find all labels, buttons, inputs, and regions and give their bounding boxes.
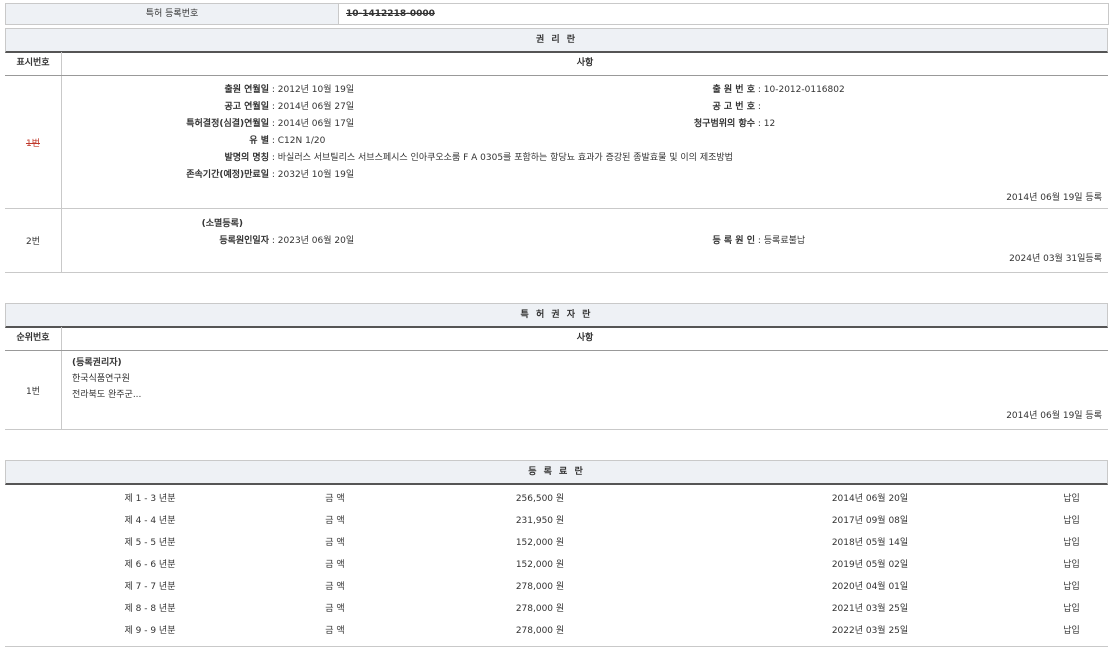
holder-role: (등록권리자) (72, 355, 141, 371)
holder-section-title: 특 허 권 자 란 (5, 303, 1108, 328)
fee-paid-date: 2017년 09월 08일 (705, 508, 1035, 530)
fee-row: 제 8 - 8 년분금 액278,000 원2021년 03월 25일납입 (5, 596, 1108, 618)
fee-term: 제 8 - 8 년분 (5, 596, 295, 618)
fee-term: 제 4 - 4 년분 (5, 508, 295, 530)
holder-name: 한국식품연구원 (72, 371, 141, 387)
field-registration-cause: 등 록 원 인 : 등록료불납 (620, 233, 805, 250)
fee-paid-date: 2022년 03월 25일 (705, 618, 1035, 640)
registration-number-label: 특허 등록번호 (6, 4, 339, 24)
fee-status: 납입 (1035, 596, 1108, 618)
rights-row2-registration-date: 2024년 03월 31일등록 (1009, 251, 1102, 264)
field-classification: 유 별 : C12N 1/20 (67, 133, 733, 150)
registration-fee-section: 등 록 료 란 제 1 - 3 년분금 액256,500 원2014년 06월 … (5, 460, 1108, 647)
holder-registration-date: 2014년 06월 19일 등록 (1006, 408, 1102, 421)
fee-term: 제 7 - 7 년분 (5, 574, 295, 596)
rights-row-number: 2번 (5, 209, 62, 272)
field-expiry-date: 존속기간(예정)만료일 : 2032년 10월 19일 (67, 167, 733, 184)
field-invention-title: 발명의 명칭 : 바실러스 서브틸리스 서브스페시스 인아쿠오소룸 F A 03… (67, 150, 733, 167)
field-cause-date: 등록원인일자 : 2023년 06월 20일 (67, 233, 354, 250)
holder-address: 전라북도 완주군... (72, 387, 141, 403)
fee-amount-label: 금 액 (295, 596, 375, 618)
fee-row: 제 4 - 4 년분금 액231,950 원2017년 09월 08일납입 (5, 508, 1108, 530)
fee-amount-label: 금 액 (295, 552, 375, 574)
fee-row: 제 7 - 7 년분금 액278,000 원2020년 04월 01일납입 (5, 574, 1108, 596)
holder-row-1: 1번 (등록권리자) 한국식품연구원 전라북도 완주군... 2014년 06월… (5, 351, 1108, 430)
fee-status: 납입 (1035, 618, 1108, 640)
col-item: 사항 (62, 327, 1108, 350)
fee-status: 납입 (1035, 530, 1108, 552)
fee-row: 제 9 - 9 년분금 액278,000 원2022년 03월 25일납입 (5, 618, 1108, 640)
fee-paid-date: 2020년 04월 01일 (705, 574, 1035, 596)
rights-row-number: 1번 (5, 76, 62, 208)
fee-amount: 278,000 원 (375, 596, 705, 618)
rights-row1-right-fields: 출 원 번 호 : 10-2012-0116802 공 고 번 호 : 청구범위… (620, 82, 845, 133)
fee-term: 제 5 - 5 년분 (5, 530, 295, 552)
fee-term: 제 1 - 3 년분 (5, 486, 295, 508)
fee-amount: 278,000 원 (375, 618, 705, 640)
rights-section: 권 리 란 표시번호 사항 1번 출원 연월일 : 2012년 10월 19일 … (5, 28, 1108, 274)
fee-term: 제 6 - 6 년분 (5, 552, 295, 574)
rights-row1-registration-date: 2014년 06월 19일 등록 (1006, 190, 1102, 203)
col-rank-number: 순위번호 (5, 327, 62, 350)
holder-row-number: 1번 (5, 351, 62, 429)
fee-row: 제 6 - 6 년분금 액152,000 원2019년 05월 02일납입 (5, 552, 1108, 574)
registration-number-bar: 특허 등록번호 10-1412218-0000 (5, 3, 1109, 25)
fee-amount-label: 금 액 (295, 486, 375, 508)
fee-status: 납입 (1035, 574, 1108, 596)
rights-section-title: 권 리 란 (5, 28, 1108, 53)
fee-paid-date: 2019년 05월 02일 (705, 552, 1035, 574)
fee-amount: 152,000 원 (375, 552, 705, 574)
fee-paid-date: 2018년 05월 14일 (705, 530, 1035, 552)
fee-row: 제 5 - 5 년분금 액152,000 원2018년 05월 14일납입 (5, 530, 1108, 552)
fee-paid-date: 2014년 06월 20일 (705, 486, 1035, 508)
fee-amount: 231,950 원 (375, 508, 705, 530)
fee-amount-label: 금 액 (295, 508, 375, 530)
fee-amount-label: 금 액 (295, 530, 375, 552)
holder-column-header: 순위번호 사항 (5, 327, 1108, 351)
fee-amount: 278,000 원 (375, 574, 705, 596)
fee-status: 납입 (1035, 508, 1108, 530)
holder-details: (등록권리자) 한국식품연구원 전라북도 완주군... (72, 355, 141, 403)
fee-amount: 256,500 원 (375, 486, 705, 508)
patent-holder-section: 특 허 권 자 란 순위번호 사항 1번 (등록권리자) 한국식품연구원 전라북… (5, 303, 1108, 431)
field-publication-number: 공 고 번 호 : (620, 99, 845, 116)
fee-amount: 152,000 원 (375, 530, 705, 552)
fee-status: 납입 (1035, 552, 1108, 574)
fee-term: 제 9 - 9 년분 (5, 618, 295, 640)
col-item: 사항 (62, 52, 1108, 75)
rights-row-1: 1번 출원 연월일 : 2012년 10월 19일 공고 연월일 : 2014년… (5, 76, 1108, 209)
fee-status: 납입 (1035, 486, 1108, 508)
field-claim-count: 청구범위의 항수 : 12 (620, 116, 845, 133)
rights-row2-fields: (소멸등록) 등록원인일자 : 2023년 06월 20일 (67, 216, 354, 250)
fee-amount-label: 금 액 (295, 574, 375, 596)
fee-amount-label: 금 액 (295, 618, 375, 640)
col-display-number: 표시번호 (5, 52, 62, 75)
fee-table: 제 1 - 3 년분금 액256,500 원2014년 06월 20일납입제 4… (5, 486, 1108, 640)
rights-column-header: 표시번호 사항 (5, 52, 1108, 76)
fee-paid-date: 2021년 03월 25일 (705, 596, 1035, 618)
fee-section-title: 등 록 료 란 (5, 460, 1108, 485)
field-extinction-heading: (소멸등록) (67, 216, 354, 233)
registration-number-value: 10-1412218-0000 (346, 4, 435, 24)
fee-row: 제 1 - 3 년분금 액256,500 원2014년 06월 20일납입 (5, 486, 1108, 508)
field-application-number: 출 원 번 호 : 10-2012-0116802 (620, 82, 845, 99)
rights-row-2: 2번 (소멸등록) 등록원인일자 : 2023년 06월 20일 등 록 원 인… (5, 209, 1108, 273)
